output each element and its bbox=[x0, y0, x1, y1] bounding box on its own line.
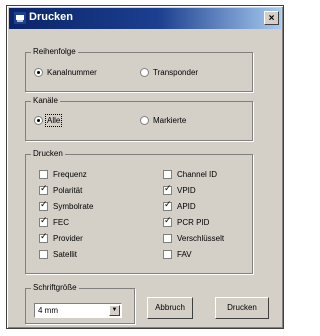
checkbox-apid[interactable] bbox=[163, 200, 172, 211]
checkbox-provider[interactable] bbox=[39, 232, 48, 243]
checkbox-symbolrate[interactable] bbox=[39, 200, 48, 211]
app-icon bbox=[14, 12, 26, 24]
checkbox-pcr-pid-label: PCR PID bbox=[177, 218, 210, 227]
radio-kanalnummer[interactable] bbox=[34, 68, 43, 77]
group-reihenfolge: Reihenfolge Kanalnummer Transponder bbox=[25, 47, 253, 92]
radio-transponder-label: Transponder bbox=[153, 68, 199, 77]
checkbox-satellit[interactable] bbox=[39, 250, 48, 259]
cancel-button[interactable]: Abbruch bbox=[147, 297, 193, 319]
checkbox-fec[interactable] bbox=[39, 216, 48, 227]
font-size-select[interactable]: 4 mm ▼ bbox=[34, 303, 122, 318]
close-button[interactable]: × bbox=[264, 11, 279, 25]
checkbox-frequenz-label: Frequenz bbox=[53, 170, 87, 179]
group-schriftgroesse-legend: Schriftgröße bbox=[31, 283, 79, 292]
checkbox-polaritaet[interactable] bbox=[39, 184, 48, 195]
print-button[interactable]: Drucken bbox=[215, 297, 269, 319]
checkbox-vpid[interactable] bbox=[163, 184, 172, 195]
checkbox-fav-label: FAV bbox=[177, 250, 192, 259]
checkbox-apid-label: APID bbox=[177, 202, 196, 211]
group-reihenfolge-legend: Reihenfolge bbox=[31, 47, 78, 56]
checkbox-channel-id[interactable] bbox=[163, 170, 172, 179]
checkbox-symbolrate-label: Symbolrate bbox=[53, 202, 94, 211]
group-kanaele: Kanäle Alle Markierte bbox=[25, 96, 253, 141]
checkbox-polaritaet-label: Polarität bbox=[53, 186, 83, 195]
radio-markierte[interactable] bbox=[140, 116, 149, 125]
checkbox-satellit-label: Satellit bbox=[53, 250, 78, 259]
radio-alle[interactable] bbox=[34, 116, 43, 125]
checkbox-vpid-label: VPID bbox=[177, 186, 196, 195]
checkbox-fav[interactable] bbox=[163, 250, 172, 259]
dropdown-arrow-icon[interactable]: ▼ bbox=[109, 305, 120, 316]
checkbox-pcr-pid[interactable] bbox=[163, 216, 172, 227]
radio-alle-label: Alle bbox=[44, 114, 63, 127]
print-dialog: Drucken × Reihenfolge Kanalnummer Transp… bbox=[6, 5, 284, 329]
checkbox-verschluesselt-label: Verschlüsselt bbox=[177, 234, 225, 243]
checkbox-channel-id-label: Channel ID bbox=[177, 170, 218, 179]
group-schriftgroesse: Schriftgröße 4 mm ▼ bbox=[25, 283, 135, 324]
font-size-value: 4 mm bbox=[38, 306, 58, 315]
radio-transponder[interactable] bbox=[140, 68, 149, 77]
radio-kanalnummer-label: Kanalnummer bbox=[47, 68, 97, 77]
window-title: Drucken bbox=[29, 11, 74, 23]
checkbox-verschluesselt[interactable] bbox=[163, 234, 172, 243]
group-drucken: Drucken Frequenz Polarität Symbolrate FE… bbox=[25, 149, 253, 274]
group-kanaele-legend: Kanäle bbox=[31, 96, 60, 105]
title-bar: Drucken × bbox=[9, 8, 281, 29]
radio-markierte-label: Markierte bbox=[153, 116, 187, 125]
group-drucken-legend: Drucken bbox=[31, 149, 65, 158]
checkbox-provider-label: Provider bbox=[53, 234, 83, 243]
checkbox-frequenz[interactable] bbox=[39, 170, 48, 179]
checkbox-fec-label: FEC bbox=[53, 218, 69, 227]
